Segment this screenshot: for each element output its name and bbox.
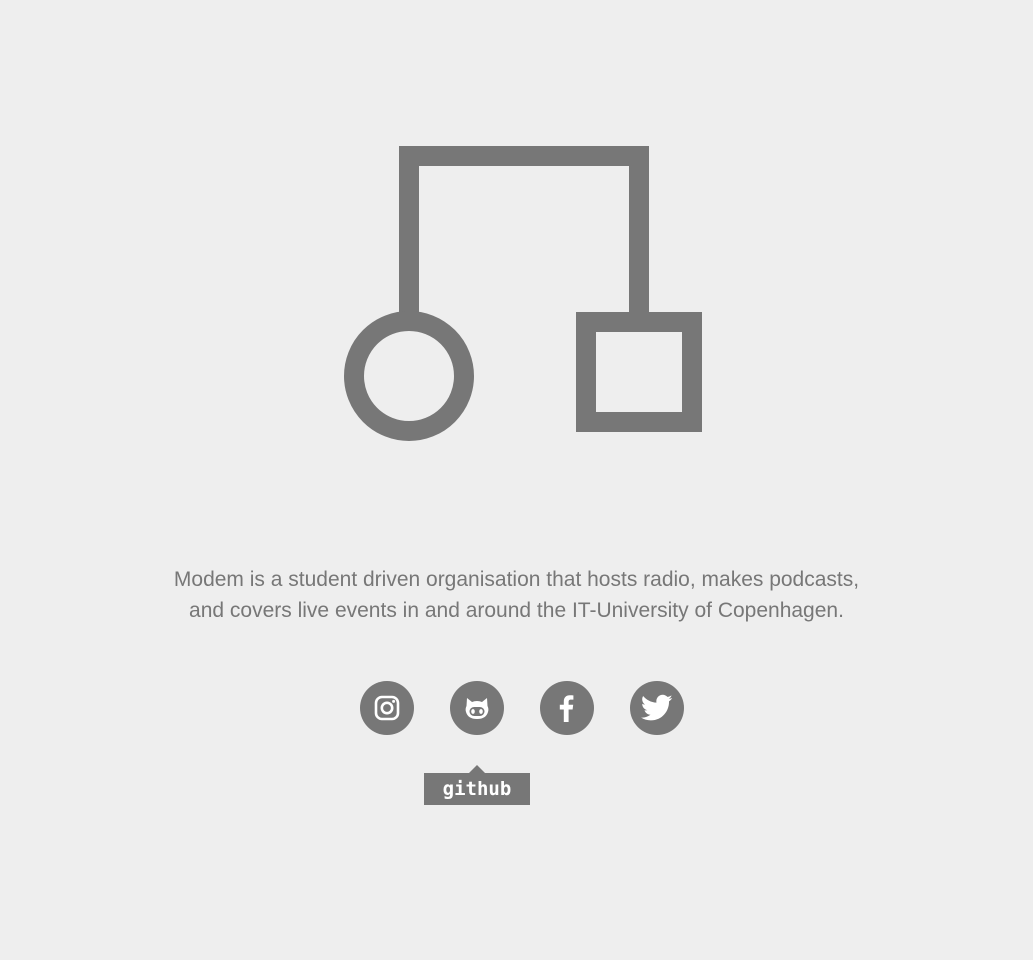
social-links — [360, 681, 684, 735]
tagline-line-2: and covers live events in and around the… — [189, 599, 844, 622]
tooltip-arrow — [469, 765, 485, 773]
tagline-line-1: Modem is a student driven organisation t… — [173, 568, 860, 591]
twitter-button[interactable] — [630, 681, 684, 735]
instagram-button[interactable] — [360, 681, 414, 735]
twitter-icon — [641, 694, 673, 721]
facebook-button[interactable] — [540, 681, 594, 735]
facebook-icon — [559, 695, 574, 722]
tagline: Modem is a student driven organisation t… — [0, 564, 1033, 626]
github-button[interactable] — [450, 681, 504, 735]
modem-logo-icon — [344, 146, 702, 441]
github-icon — [465, 698, 489, 719]
instagram-icon — [374, 695, 400, 721]
github-tooltip: github — [424, 773, 530, 805]
